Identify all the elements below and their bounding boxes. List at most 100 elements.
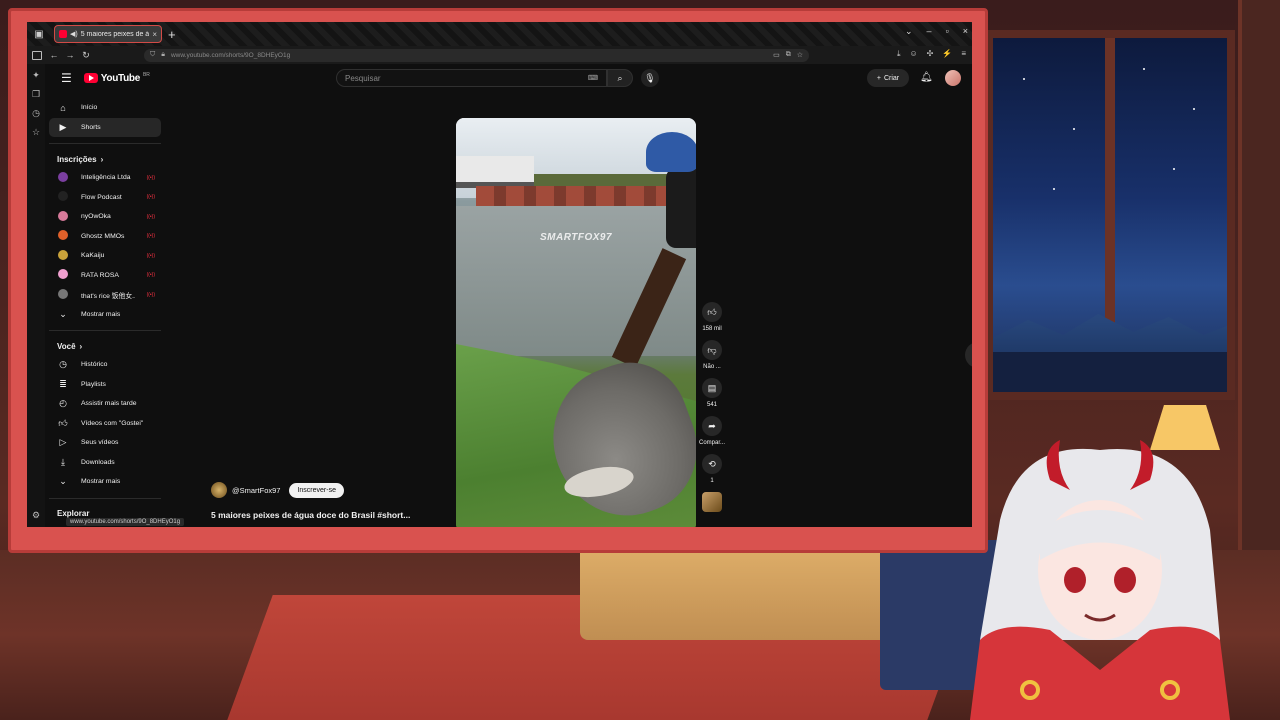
menu-icon[interactable]: ≡	[961, 49, 966, 59]
hamburger-menu-icon[interactable]: ☰	[61, 71, 72, 85]
subscription-item[interactable]: Inteligência Ltda ((•))	[49, 168, 161, 188]
voice-search-button[interactable]: 🎙︎	[641, 69, 659, 87]
sidebar-item-history[interactable]: ◷ Histórico	[49, 355, 161, 375]
channel-avatar	[58, 288, 68, 299]
vpn-icon[interactable]: ⚡	[942, 49, 952, 59]
comments-button[interactable]: ▤	[702, 378, 722, 398]
url-bar[interactable]: ⛉ 🔒︎ www.youtube.com/shorts/9O_8DHEyO1g …	[144, 48, 809, 62]
bookmark-icon[interactable]: ☆	[797, 51, 803, 59]
ai-icon[interactable]: ✦	[32, 70, 40, 81]
show-more-label: Mostrar mais	[81, 310, 121, 318]
night-window	[985, 30, 1235, 400]
show-more-you[interactable]: ⌄ Mostrar mais	[49, 472, 161, 492]
subscribe-button[interactable]: Inscrever-se	[289, 482, 344, 498]
youtube-sidebar: ⌂ Início ▶ Shorts Inscrições › Inteligên…	[49, 98, 161, 523]
your-videos-icon: ▷	[59, 437, 67, 448]
thumbs-down-icon: 👎︎	[707, 344, 717, 355]
create-button[interactable]: + Criar	[867, 69, 909, 87]
subscription-item[interactable]: Flow Podcast ((•))	[49, 188, 161, 208]
puzzle-icon[interactable]: ✣	[927, 49, 934, 59]
history-sidebar-icon[interactable]: ◷	[32, 108, 40, 119]
search-button[interactable]: ⌕	[607, 69, 633, 87]
close-tab-icon[interactable]: ×	[152, 30, 157, 39]
sidebar-item-watch-later[interactable]: ◴ Assistir mais tarde	[49, 394, 161, 414]
account-avatar[interactable]	[945, 70, 961, 86]
vtuber-avatar	[970, 440, 1230, 720]
sidebar-item-your-videos[interactable]: ▷ Seus vídeos	[49, 433, 161, 453]
subscription-item[interactable]: KaKaiju ((•))	[49, 246, 161, 266]
extension-icon[interactable]: ☺	[909, 49, 917, 59]
channel-avatar	[58, 249, 68, 260]
url-text[interactable]: www.youtube.com/shorts/9O_8DHEyO1g	[171, 52, 767, 59]
settings-icon[interactable]: ⚙	[32, 510, 40, 521]
show-more-subscriptions[interactable]: ⌄ Mostrar mais	[49, 305, 161, 325]
next-short-button[interactable]: ↓	[965, 342, 972, 368]
sidebar-label: Histórico	[81, 361, 108, 369]
sound-thumbnail[interactable]	[702, 492, 722, 512]
keyboard-icon[interactable]: ⌨	[588, 74, 598, 82]
channel-name[interactable]: @SmartFox97	[232, 486, 280, 495]
channel-avatar[interactable]	[211, 482, 227, 498]
remix-button[interactable]: ⟲	[702, 454, 722, 474]
sidebar-item-playlists[interactable]: ≣ Playlists	[49, 375, 161, 395]
lock-icon[interactable]: 🔒︎	[161, 51, 165, 59]
notifications-bell-icon[interactable]: 🔔︎	[920, 72, 933, 83]
you-header[interactable]: Você ›	[49, 337, 161, 355]
tab-islands-icon[interactable]: ❐	[32, 89, 40, 100]
chevron-right-icon: ›	[100, 154, 104, 164]
create-label: Criar	[883, 74, 900, 82]
bookmarks-sidebar-icon[interactable]: ☆	[32, 127, 40, 138]
browser-tab[interactable]: ◀) 5 maiores peixes de água doce do Bras…	[54, 25, 162, 43]
search-input[interactable]	[345, 73, 588, 83]
new-tab-button[interactable]: +	[168, 27, 176, 42]
share-button[interactable]: ➦	[702, 416, 722, 436]
sidebar-label: Seus vídeos	[81, 439, 119, 447]
tab-title: 5 maiores peixes de água doce do Brasil	[80, 30, 150, 38]
channel-avatar	[58, 269, 68, 280]
short-actions: 👍︎ 158 mil 👎︎ Não ... ▤ 541 ➦ Compar... …	[699, 302, 725, 512]
show-more-label: Mostrar mais	[81, 478, 121, 486]
subscriptions-header[interactable]: Inscrições ›	[49, 150, 161, 168]
sidebar-item-downloads[interactable]: ⤓ Downloads	[49, 453, 161, 473]
playlists-icon: ≣	[59, 378, 67, 389]
youtube-logo[interactable]: YouTube BR	[83, 72, 150, 84]
logo-text: YouTube	[100, 72, 141, 84]
title-bar: ▣ ◀) 5 maiores peixes de água doce do Br…	[27, 22, 972, 46]
channel-row: @SmartFox97 Inscrever-se	[211, 482, 344, 498]
tab-search-icon[interactable]: ⌄	[905, 26, 913, 37]
subscription-item[interactable]: Ghostz MMOs ((•))	[49, 227, 161, 247]
comment-count: 541	[706, 402, 717, 408]
download-icon[interactable]: ⤓	[897, 49, 901, 59]
speaker-icon[interactable]: ◀)	[70, 30, 78, 38]
minimize-icon[interactable]: –	[927, 26, 932, 37]
sidebar-item-liked[interactable]: 👍︎ Vídeos com "Gostei"	[49, 414, 161, 434]
reload-icon[interactable]: ↻	[78, 50, 94, 61]
you-title: Você	[57, 341, 76, 351]
tabs-menu-icon[interactable]: ▣	[32, 27, 46, 41]
like-button[interactable]: 👍︎	[702, 302, 722, 322]
sidebar-toggle-icon[interactable]	[32, 50, 42, 60]
back-icon[interactable]: ←	[46, 50, 62, 60]
forward-icon[interactable]: →	[62, 50, 78, 60]
dislike-label: Não ...	[703, 364, 721, 370]
channel-avatar	[58, 230, 68, 241]
cast-icon[interactable]: ▭	[773, 51, 780, 59]
status-bar-url: www.youtube.com/shorts/9O_8DHEyO1g	[66, 518, 185, 526]
shield-icon[interactable]: ⛉	[150, 51, 155, 59]
subscription-item[interactable]: that's rice 饭他女... ((•))	[49, 285, 161, 305]
mic-icon: 🎙︎	[644, 72, 656, 83]
dislike-button[interactable]: 👎︎	[702, 340, 722, 360]
close-window-icon[interactable]: ×	[963, 26, 968, 37]
subscription-item[interactable]: nyOwOka ((•))	[49, 207, 161, 227]
maximize-icon[interactable]: ▫	[946, 26, 949, 37]
sidebar-label: Vídeos com "Gostei"	[81, 419, 144, 427]
address-bar-row: ← → ↻ ⛉ 🔒︎ www.youtube.com/shorts/9O_8DH…	[27, 46, 972, 64]
chevron-down-icon: ⌄	[59, 476, 67, 487]
screenshot-icon[interactable]: ⧉	[786, 51, 791, 59]
short-video-player[interactable]: SMARTFOX97	[456, 118, 696, 527]
short-title[interactable]: 5 maiores peixes de água doce do Brasil …	[211, 510, 441, 520]
sidebar-item-home[interactable]: ⌂ Início	[49, 98, 161, 118]
sidebar-item-shorts[interactable]: ▶ Shorts	[49, 117, 161, 137]
subscription-label: RATA ROSA	[81, 271, 119, 279]
subscription-item[interactable]: RATA ROSA ((•))	[49, 266, 161, 286]
